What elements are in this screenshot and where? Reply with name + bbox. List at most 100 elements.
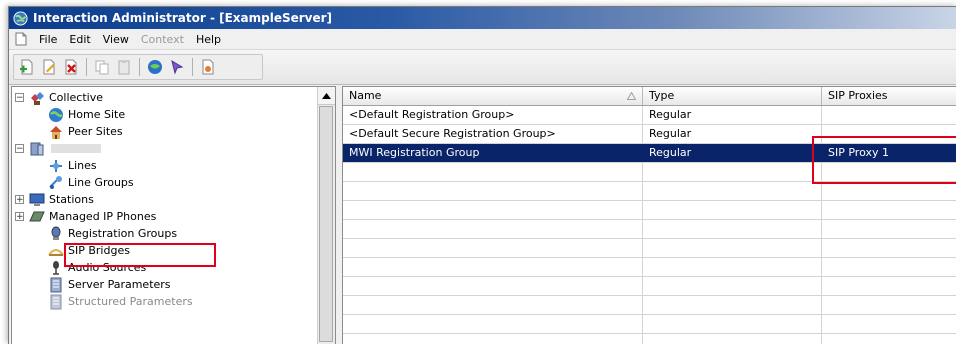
tree-item-label: Stations [49, 193, 94, 206]
collective-icon [31, 91, 44, 105]
copy-button[interactable] [91, 57, 113, 77]
menu-help[interactable]: Help [190, 33, 227, 46]
empty-row [343, 277, 956, 296]
toolbar-separator [86, 58, 87, 76]
triangle-up-icon [322, 92, 331, 99]
tree-item-structured-parameters[interactable]: Structured Parameters [48, 293, 193, 310]
sort-ascending-icon [627, 92, 636, 100]
sip-bridges-icon [48, 248, 64, 256]
tree-item-server-parameters[interactable]: Server Parameters [48, 276, 171, 293]
toolbar [9, 50, 956, 85]
server-button[interactable] [144, 57, 166, 77]
cell-name: <Default Registration Group> [343, 106, 643, 124]
new-button[interactable] [16, 57, 38, 77]
microphone-icon [53, 260, 59, 275]
empty-row [343, 315, 956, 334]
empty-row [343, 296, 956, 315]
pointer-icon [171, 59, 184, 75]
tree-item-label: Audio Sources [68, 261, 147, 274]
properties-button[interactable] [197, 57, 219, 77]
properties-icon [202, 59, 214, 75]
cell-type: Regular [643, 125, 822, 143]
tree-item-collective[interactable]: − Collective [15, 89, 103, 106]
cell-name: MWI Registration Group [343, 144, 643, 162]
delete-button[interactable] [60, 57, 82, 77]
empty-row [343, 239, 956, 258]
tree-item-label: Peer Sites [68, 125, 123, 138]
window-title: Interaction Administrator - [ExampleServ… [33, 11, 333, 25]
menu-file[interactable]: File [33, 33, 63, 46]
tree-pane[interactable]: − Collective Home Site Peer Sites − Line… [11, 86, 336, 344]
collapse-icon[interactable]: − [15, 93, 24, 103]
tree-item-registration-groups[interactable]: Registration Groups [48, 225, 177, 242]
cell-sip-proxies [822, 106, 956, 124]
tree-item-managed-ip-phones[interactable]: + Managed IP Phones [15, 208, 156, 225]
empty-row [343, 220, 956, 239]
tree-item-stations[interactable]: + Stations [15, 191, 94, 208]
menu-context[interactable]: Context [135, 33, 190, 46]
new-icon [20, 59, 33, 75]
cell-sip-proxies: SIP Proxy 1 [828, 146, 889, 159]
document-icon[interactable] [15, 32, 27, 46]
tree-item-lines[interactable]: Lines [48, 157, 97, 174]
tree-item-sip-bridges[interactable]: SIP Bridges [48, 242, 130, 259]
redacted-server-name [51, 144, 101, 153]
tree-item-home-site[interactable]: Home Site [48, 106, 125, 123]
title-bar[interactable]: Interaction Administrator - [ExampleServ… [9, 7, 956, 29]
toolbar-separator [192, 58, 193, 76]
tree-item-server[interactable]: − [15, 140, 101, 157]
tree-item-label: Managed IP Phones [49, 210, 157, 223]
empty-row [343, 163, 956, 182]
table-row[interactable]: <Default Registration Group> Regular [343, 106, 956, 125]
edit-button[interactable] [38, 57, 60, 77]
tree-item-label: Lines [68, 159, 97, 172]
pointer-button[interactable] [166, 57, 188, 77]
delete-icon [65, 59, 77, 75]
tree-item-label: Line Groups [68, 176, 134, 189]
server-parameters-icon [50, 277, 62, 292]
menu-edit[interactable]: Edit [63, 33, 96, 46]
column-header-sip-proxies[interactable]: SIP Proxies [822, 87, 956, 105]
app-window: Interaction Administrator - [ExampleServ… [8, 6, 956, 344]
menu-bar: File Edit View Context Help [9, 29, 956, 50]
home-site-icon [49, 107, 63, 122]
column-header-name[interactable]: Name [343, 87, 643, 105]
structured-parameters-icon [50, 294, 62, 309]
empty-row [343, 201, 956, 220]
copy-icon [95, 60, 109, 75]
tree-item-label: Home Site [68, 108, 126, 121]
cell-name: <Default Secure Registration Group> [343, 125, 643, 143]
toolbar-separator [139, 58, 140, 76]
globe-icon [13, 10, 28, 26]
expand-icon[interactable]: + [15, 212, 24, 222]
menu-view[interactable]: View [97, 33, 135, 46]
edit-icon [43, 59, 55, 75]
table-row[interactable]: <Default Secure Registration Group> Regu… [343, 125, 956, 144]
tree-item-label: Structured Parameters [68, 295, 193, 308]
ip-phone-icon [29, 211, 45, 221]
paste-icon [118, 60, 130, 75]
tree-item-audio-sources[interactable]: Audio Sources [48, 259, 146, 276]
scroll-up-button[interactable] [318, 87, 335, 105]
scroll-thumb[interactable] [319, 106, 333, 342]
tree-item-label: SIP Bridges [68, 244, 130, 257]
expand-icon[interactable]: + [15, 195, 24, 205]
peer-sites-icon [50, 125, 62, 139]
cell-sip-proxies [822, 125, 956, 143]
tree-item-line-groups[interactable]: Line Groups [48, 174, 134, 191]
tree-item-peer-sites[interactable]: Peer Sites [48, 123, 123, 140]
table-row-selected[interactable]: MWI Registration Group Regular SIP Proxy… [343, 144, 956, 163]
toolbar-group [13, 54, 263, 80]
list-header: Name Type SIP Proxies [343, 87, 956, 106]
server-icon [30, 142, 44, 155]
collapse-icon[interactable]: − [15, 144, 24, 154]
column-header-type[interactable]: Type [643, 87, 822, 105]
list-pane[interactable]: Name Type SIP Proxies <Default Registrat… [342, 86, 956, 344]
paste-button[interactable] [113, 57, 135, 77]
empty-row [343, 258, 956, 277]
lines-icon [50, 159, 62, 172]
registration-groups-icon [51, 226, 61, 240]
cell-type: Regular [643, 144, 822, 162]
line-groups-icon [49, 175, 62, 189]
tree-scrollbar[interactable] [317, 87, 335, 344]
